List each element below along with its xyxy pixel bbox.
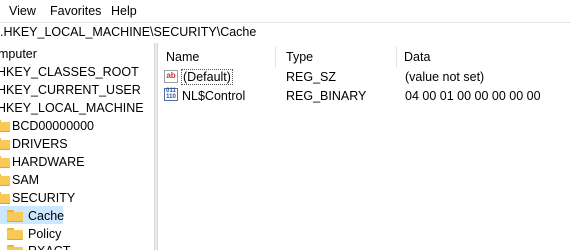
tree-item-label: BCD00000000 bbox=[12, 119, 95, 133]
value-name-nlcontrol[interactable]: NL$Control bbox=[182, 87, 245, 105]
value-type: REG_SZ bbox=[286, 70, 337, 84]
address-path[interactable]: .HKEY_LOCAL_MACHINE\SECURITY\Cache bbox=[0, 25, 256, 39]
tree-item-label: HKEY_CURRENT_USER bbox=[0, 83, 141, 97]
tree-item-label: SECURITY bbox=[12, 191, 76, 205]
value-type: REG_BINARY bbox=[286, 89, 367, 103]
value-data: (value not set) bbox=[405, 70, 485, 84]
address-bar[interactable]: .HKEY_LOCAL_MACHINE\SECURITY\Cache bbox=[0, 22, 571, 44]
tree-item-label: HARDWARE bbox=[12, 155, 85, 169]
column-header-type[interactable]: Type bbox=[286, 50, 313, 64]
menu-bar: View Favorites Help bbox=[0, 0, 571, 22]
tree-item-label: SAM bbox=[12, 173, 40, 187]
tree-item-label: RXACT bbox=[28, 242, 70, 250]
tree-item-label: HKEY_CLASSES_ROOT bbox=[0, 65, 139, 79]
key-tree[interactable]: mputer HKEY_CLASSES_ROOT HKEY_CURRENT_US… bbox=[0, 43, 154, 250]
folder-icon bbox=[0, 120, 10, 132]
tree-item-label: Policy bbox=[28, 227, 62, 241]
value-name-default[interactable]: (Default) bbox=[181, 69, 233, 85]
folder-icon bbox=[0, 156, 10, 168]
folder-icon bbox=[7, 228, 23, 240]
value-data: 04 00 01 00 00 00 00 00 bbox=[405, 89, 541, 103]
folder-icon bbox=[7, 245, 23, 250]
column-divider[interactable] bbox=[396, 46, 397, 68]
folder-icon bbox=[0, 192, 10, 204]
folder-icon bbox=[0, 174, 10, 186]
column-divider[interactable] bbox=[275, 46, 276, 68]
string-value-icon: ab bbox=[164, 70, 178, 83]
tree-item-label: mputer bbox=[0, 47, 37, 61]
tree-item-label: Cache bbox=[28, 209, 65, 223]
menu-view[interactable]: View bbox=[9, 4, 36, 18]
tree-item-label: HKEY_LOCAL_MACHINE bbox=[0, 101, 144, 115]
folder-icon bbox=[7, 210, 23, 222]
binary-value-icon: 011 110 bbox=[164, 88, 178, 101]
column-header-data[interactable]: Data bbox=[404, 50, 430, 64]
menu-favorites[interactable]: Favorites bbox=[50, 4, 101, 18]
menu-help[interactable]: Help bbox=[111, 4, 137, 18]
tree-item-label: DRIVERS bbox=[12, 137, 68, 151]
folder-icon bbox=[0, 138, 10, 150]
column-header-name[interactable]: Name bbox=[166, 50, 199, 64]
